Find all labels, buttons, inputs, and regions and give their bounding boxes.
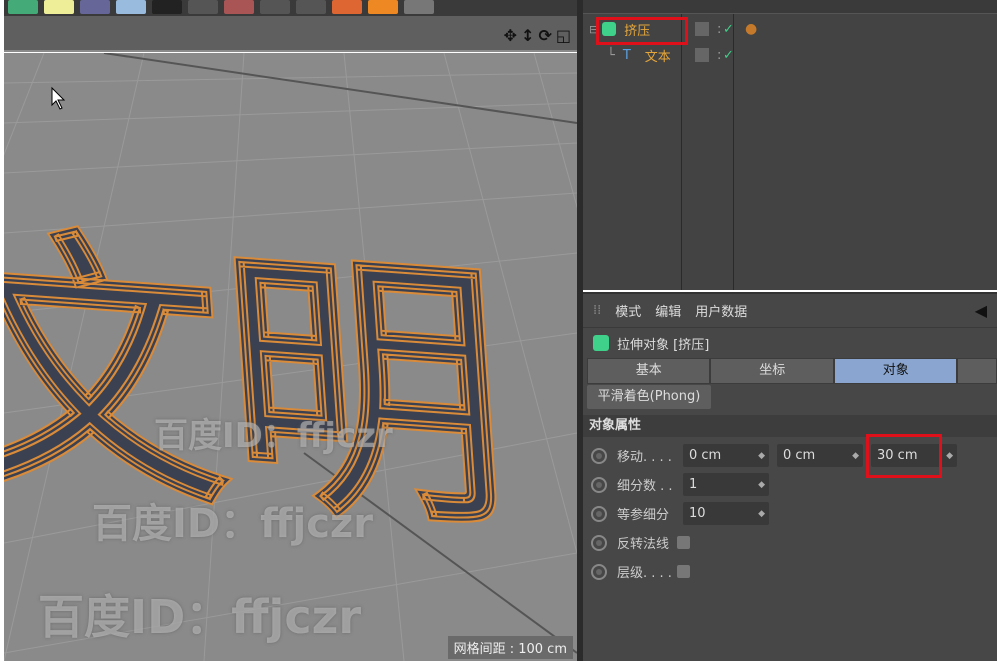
tab-object[interactable]: 对象 (833, 358, 958, 384)
animate-radio[interactable] (591, 447, 607, 464)
grid-spacing-label: 网格间距 : 100 cm (447, 636, 573, 659)
viewport-header: ✥ ↕ ⟳ ◱ (4, 16, 577, 52)
move-row: 移动. . . . 0 cm ◆ 0 cm ◆ 30 cm ◆ (583, 434, 997, 478)
visibility-dots-icon[interactable]: : (717, 48, 721, 63)
enabled-check-icon[interactable]: ✓ (723, 48, 734, 63)
maximize-view-icon[interactable]: ◱ (556, 26, 571, 45)
menu-mode[interactable]: 模式 (615, 301, 641, 320)
watermark: 百度ID：ffjczr (154, 416, 393, 456)
object-manager: ⊟ 挤压 : ✓ ● └ T 文本 : ✓ (583, 0, 997, 290)
tool-icon[interactable] (332, 0, 362, 14)
tool-icon[interactable] (224, 0, 254, 14)
menu-user-data[interactable]: 用户数据 (695, 301, 747, 320)
attribute-manager: ⁞⁞ 模式 编辑 用户数据 ◀ 拉伸对象 [挤压] 基本 坐标 对象 平滑着色(… (583, 292, 997, 661)
main-toolbar (4, 0, 577, 16)
hierarchical-checkbox[interactable] (677, 565, 690, 578)
flip-normals-label: 反转法线 (617, 537, 670, 552)
move-x-field[interactable]: 0 cm ◆ (683, 444, 769, 467)
iso-label: 等参细分 (617, 508, 670, 523)
iso-row: 等参细分 10 ◆ (583, 499, 997, 528)
tab-coord[interactable]: 坐标 (710, 358, 834, 384)
phong-tag-icon[interactable]: ● (745, 21, 757, 37)
3d-text-model[interactable]: 文明 (4, 53, 577, 661)
tool-icon[interactable] (116, 0, 146, 14)
layer-icon[interactable] (695, 48, 709, 62)
object-row-text[interactable]: └ T 文本 : ✓ (589, 43, 734, 67)
tool-icon[interactable] (152, 0, 182, 14)
watermark: 百度ID：ffjczr (38, 590, 362, 644)
back-arrow-icon[interactable]: ◀ (975, 301, 987, 320)
subdiv-label: 细分数 . . (617, 479, 673, 494)
watermark: 百度ID：ffjczr (92, 501, 373, 547)
zoom-view-icon[interactable]: ↕ (521, 26, 534, 45)
3d-viewport[interactable]: 文明 百度ID：ffjczr 百度ID：ffjczr 百度ID：ffjczr 网… (4, 53, 577, 661)
tool-icon[interactable] (404, 0, 434, 14)
tab-more[interactable] (957, 358, 997, 384)
text-spline-icon: T (622, 47, 631, 63)
tab-phong[interactable]: 平滑着色(Phong) (587, 385, 711, 409)
grip-icon: ⁞⁞ (593, 303, 602, 318)
animate-radio[interactable] (591, 476, 607, 493)
animate-radio[interactable] (591, 534, 607, 551)
tool-icon[interactable] (368, 0, 398, 14)
tool-icon[interactable] (80, 0, 110, 14)
hierarchical-label: 层级. . . . (617, 566, 672, 581)
tab-basic[interactable]: 基本 (587, 358, 711, 384)
subdiv-field[interactable]: 1 ◆ (683, 473, 769, 496)
menu-edit[interactable]: 编辑 (655, 301, 681, 320)
iso-field[interactable]: 10 ◆ (683, 502, 769, 525)
rotate-view-icon[interactable]: ⟳ (538, 26, 551, 45)
visibility-dots-icon[interactable]: : (717, 22, 721, 37)
tool-icon[interactable] (8, 0, 38, 14)
animate-radio[interactable] (591, 505, 607, 522)
hierarchical-row: 层级. . . . (583, 557, 997, 586)
object-name: 文本 (644, 49, 671, 65)
flip-normals-row: 反转法线 (583, 528, 997, 557)
tool-icon[interactable] (296, 0, 326, 14)
tool-icon[interactable] (188, 0, 218, 14)
subdiv-row: 细分数 . . 1 ◆ (583, 470, 997, 499)
move-y-field[interactable]: 0 cm ◆ (777, 444, 863, 467)
enabled-check-icon[interactable]: ✓ (723, 22, 734, 37)
highlight-box (596, 17, 688, 45)
flip-normals-checkbox[interactable] (677, 536, 690, 549)
tool-icon[interactable] (260, 0, 290, 14)
tool-icon[interactable] (44, 0, 74, 14)
move-label: 移动. . . . (617, 450, 672, 465)
animate-radio[interactable] (591, 563, 607, 580)
extrude-icon (593, 335, 609, 351)
layer-icon[interactable] (695, 22, 709, 36)
object-title: 拉伸对象 [挤压] (617, 337, 710, 353)
move-view-icon[interactable]: ✥ (504, 26, 517, 45)
